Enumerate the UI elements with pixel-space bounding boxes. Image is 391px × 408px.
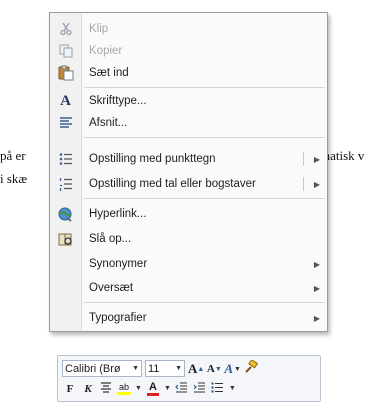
scissors-icon — [50, 18, 81, 40]
font-size-value: 11 — [148, 362, 160, 375]
submenu-arrow-icon: ▶ — [313, 313, 321, 323]
document-text-left-2: i skæ — [0, 171, 28, 186]
center-align-icon — [100, 381, 112, 396]
mini-toolbar: Calibri (Brø ▼ 11 ▼ A ▲ A ▼ A ▼ F K ab ▼… — [57, 355, 321, 402]
menu-item-label: Hyperlink... — [89, 208, 147, 220]
menu-item-paragraph[interactable]: Afsnit... — [50, 112, 327, 134]
italic-button[interactable]: K — [80, 380, 96, 397]
menu-item-label: Typografier — [89, 312, 147, 324]
font-name-value: Calibri (Brø — [65, 362, 121, 375]
grow-font-button[interactable]: A ▲ — [188, 360, 204, 377]
menu-item-lookup[interactable]: Slå op... — [50, 228, 327, 250]
hyperlink-icon — [50, 203, 81, 225]
numbering-icon — [50, 173, 81, 195]
mini-toolbar-row-2: F K ab ▼ A ▼ ▼ — [62, 379, 316, 398]
font-name-combo[interactable]: Calibri (Brø ▼ — [62, 360, 142, 377]
chevron-down-icon: ▼ — [234, 364, 241, 373]
context-menu: Klip Kopier Sæt ind A Skrifttype... Afsn… — [49, 12, 328, 332]
bullets-button[interactable] — [210, 380, 226, 397]
font-icon: A — [60, 92, 71, 109]
split-divider — [303, 152, 304, 166]
increase-indent-icon — [193, 381, 206, 396]
paste-icon — [50, 62, 81, 84]
menu-item-label: Opstilling med tal eller bogstaver — [89, 178, 256, 190]
menu-separator — [84, 87, 325, 88]
menu-item-label: Kopier — [89, 45, 123, 57]
submenu-arrow-icon: ▶ — [313, 283, 321, 293]
menu-item-label: Sæt ind — [89, 67, 129, 79]
font-size-combo[interactable]: 11 ▼ — [145, 360, 185, 377]
menu-item-styles[interactable]: Typografier ▶ — [50, 307, 327, 329]
menu-separator — [84, 137, 325, 138]
menu-item-bullets[interactable]: Opstilling med punkttegn ▶ — [50, 148, 327, 170]
shrink-font-button[interactable]: A ▼ — [206, 360, 222, 377]
lookup-icon — [50, 228, 81, 250]
menu-item-hyperlink[interactable]: Hyperlink... — [50, 203, 327, 225]
chevron-down-icon[interactable]: ▼ — [135, 385, 142, 392]
font-color-button[interactable]: A — [145, 380, 161, 397]
menu-item-label: Opstilling med punkttegn — [89, 153, 216, 165]
menu-item-translate[interactable]: Oversæt ▶ — [50, 277, 327, 299]
menu-item-label: Synonymer — [89, 258, 148, 270]
split-divider — [303, 177, 304, 191]
chevron-down-icon: ▼ — [175, 365, 182, 372]
bullets-icon — [50, 148, 81, 170]
highlight-color-bar — [117, 391, 131, 395]
menu-item-synonyms[interactable]: Synonymer ▶ — [50, 253, 327, 275]
format-painter-icon — [244, 358, 259, 377]
menu-item-label: Oversæt — [89, 282, 134, 294]
copy-icon — [50, 40, 81, 62]
styles-button[interactable]: A ▼ — [224, 360, 241, 377]
chevron-down-icon[interactable]: ▼ — [229, 385, 236, 392]
increase-indent-button[interactable] — [192, 380, 208, 397]
center-align-button[interactable] — [98, 380, 114, 397]
decrease-indent-button[interactable] — [174, 380, 190, 397]
menu-separator — [84, 302, 325, 303]
chevron-down-icon: ▼ — [132, 365, 139, 372]
menu-item-copy[interactable]: Kopier — [50, 40, 327, 62]
submenu-arrow-icon[interactable]: ▶ — [307, 155, 327, 164]
submenu-arrow-icon: ▶ — [313, 259, 321, 269]
menu-separator — [84, 198, 325, 199]
menu-item-cut[interactable]: Klip — [50, 18, 327, 40]
menu-item-label: Afsnit... — [89, 117, 128, 129]
bullets-icon — [211, 381, 224, 396]
menu-item-label: Klip — [89, 23, 109, 35]
document-text-left-1: på er — [0, 148, 26, 163]
grow-arrow-icon: ▲ — [197, 364, 205, 373]
format-painter-button[interactable] — [243, 358, 259, 377]
menu-item-paste[interactable]: Sæt ind — [50, 62, 327, 84]
menu-item-label: Slå op... — [89, 233, 132, 245]
paragraph-icon — [50, 112, 81, 134]
bold-button[interactable]: F — [62, 380, 78, 397]
menu-item-font[interactable]: A Skrifttype... — [50, 90, 327, 112]
font-color-bar — [146, 392, 159, 396]
chevron-down-icon[interactable]: ▼ — [164, 385, 171, 392]
submenu-arrow-icon[interactable]: ▶ — [307, 180, 327, 189]
menu-item-label: Skrifttype... — [89, 95, 147, 107]
decrease-indent-icon — [175, 381, 188, 396]
shrink-arrow-icon: ▼ — [214, 364, 222, 373]
mini-toolbar-row-1: Calibri (Brø ▼ 11 ▼ A ▲ A ▼ A ▼ — [62, 358, 316, 378]
highlight-button[interactable]: ab — [116, 380, 132, 397]
menu-item-numbering[interactable]: Opstilling med tal eller bogstaver ▶ — [50, 173, 327, 195]
